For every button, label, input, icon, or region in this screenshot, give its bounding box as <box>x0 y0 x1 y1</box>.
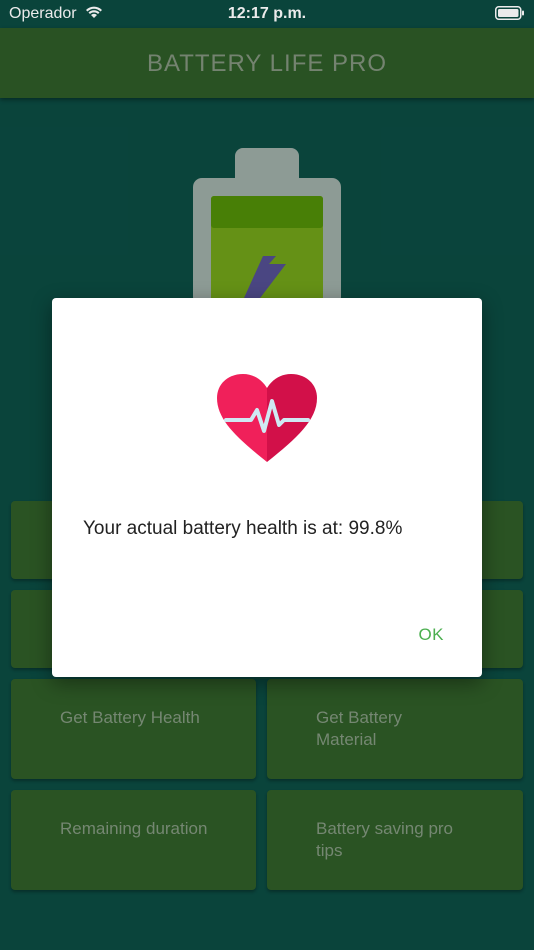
ok-button[interactable]: OK <box>418 625 444 645</box>
heart-pulse-icon <box>217 374 317 469</box>
dialog-message: Your actual battery health is at: 99.8% <box>83 518 403 539</box>
battery-health-dialog: Your actual battery health is at: 99.8% … <box>52 298 482 677</box>
